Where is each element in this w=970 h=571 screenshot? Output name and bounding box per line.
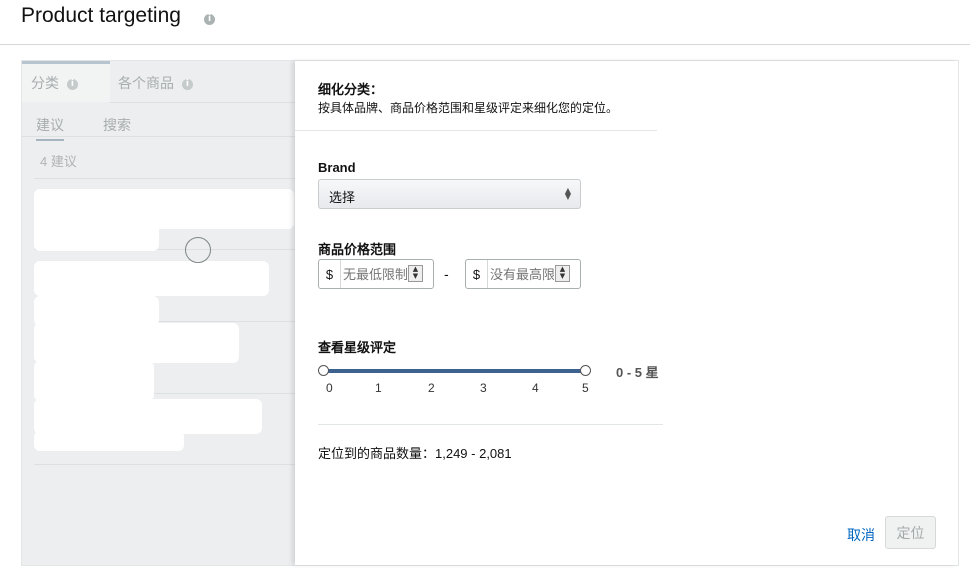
- price-range-separator: -: [444, 266, 449, 282]
- stepper-arrows-icon[interactable]: ▲ ▼: [408, 265, 423, 282]
- result-divider: [318, 424, 663, 425]
- tab-categories[interactable]: 分类 i: [22, 61, 110, 102]
- tab-individual-products[interactable]: 各个商品 i: [118, 61, 295, 102]
- info-icon[interactable]: i: [66, 78, 78, 90]
- redacted-row: [34, 399, 262, 434]
- rating-slider-min-handle[interactable]: [318, 365, 329, 376]
- rating-tick: 3: [480, 381, 487, 395]
- subtab-search[interactable]: 搜索: [103, 115, 131, 135]
- price-range-label: 商品价格范围: [318, 242, 397, 257]
- row-divider: [34, 464, 295, 465]
- rating-slider-track[interactable]: [325, 369, 585, 373]
- info-icon[interactable]: i: [181, 78, 193, 90]
- redacted-row: [34, 361, 154, 401]
- tab-individual-products-label: 各个商品: [118, 75, 174, 91]
- currency-symbol: $: [319, 260, 341, 288]
- refine-description: 按具体品牌、商品价格范围和星级评定来细化您的定位。: [318, 101, 619, 115]
- max-price-box: $ ▲▼: [465, 259, 581, 289]
- brand-select-value: 选择: [329, 190, 356, 205]
- brand-label: Brand: [318, 160, 356, 175]
- subtab-suggested[interactable]: 建议: [36, 115, 64, 141]
- select-arrows-icon: ▲ ▼: [564, 186, 571, 201]
- min-price-input[interactable]: [343, 261, 407, 287]
- redacted-row: [34, 431, 184, 451]
- rating-tick: 4: [532, 381, 539, 395]
- rating-tick: 0: [326, 381, 333, 395]
- suggestion-count: 4 建议: [40, 154, 77, 169]
- max-price-input[interactable]: [490, 261, 554, 287]
- brand-select[interactable]: 选择 ▲ ▼: [318, 179, 581, 209]
- target-button[interactable]: 定位: [885, 516, 936, 549]
- targeted-product-count: 定位到的商品数量：1,249 - 2,081: [318, 446, 512, 461]
- rating-tick: 2: [428, 381, 435, 395]
- currency-symbol: $: [466, 260, 488, 288]
- refine-pane: 细化分类： 按具体品牌、商品价格范围和星级评定来细化您的定位。 Brand 选择…: [295, 61, 958, 565]
- star-rating-label: 查看星级评定: [318, 340, 397, 355]
- redacted-row: [34, 296, 159, 326]
- rating-slider-max-handle[interactable]: [580, 365, 591, 376]
- rating-tick: 1: [375, 381, 382, 395]
- loading-spinner-icon: [185, 237, 211, 263]
- redacted-row: [34, 323, 239, 363]
- stepper-arrows-icon[interactable]: ▲ ▼: [555, 265, 570, 282]
- refine-divider: [295, 130, 657, 131]
- row-divider: [34, 178, 295, 179]
- refine-title: 细化分类：: [318, 82, 384, 97]
- min-price-box: $ ▲▼: [318, 259, 434, 289]
- left-pane: 分类 i 各个商品 i 建议 搜索 4 建议: [22, 61, 295, 565]
- cancel-link[interactable]: 取消: [847, 525, 875, 545]
- page-title: Product targeting: [21, 4, 181, 27]
- info-icon[interactable]: i: [204, 14, 215, 25]
- page-header: Product targeting i: [0, 0, 970, 45]
- redacted-row: [34, 261, 269, 296]
- subtab-bar: 建议 搜索: [22, 103, 295, 141]
- star-range-value: 0 - 5 星: [616, 365, 659, 380]
- rating-tick: 5: [582, 381, 589, 395]
- tab-categories-label: 分类: [31, 75, 59, 91]
- redacted-row: [34, 211, 159, 251]
